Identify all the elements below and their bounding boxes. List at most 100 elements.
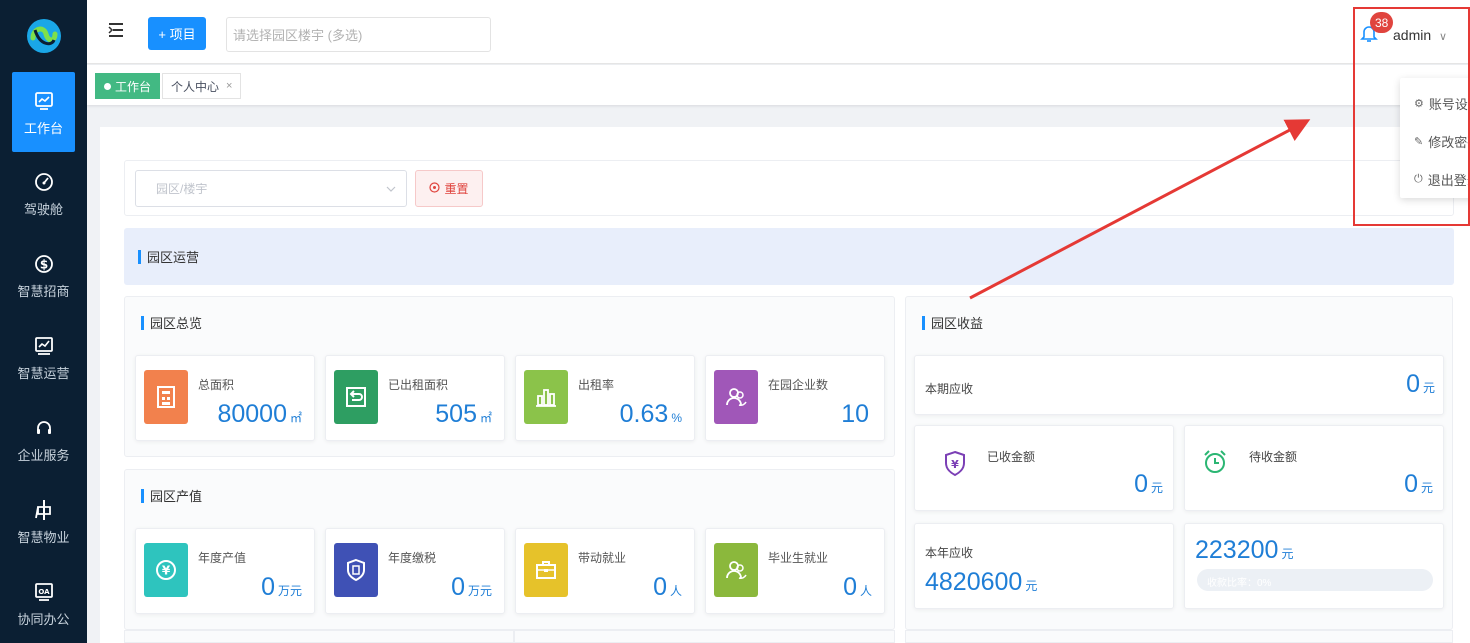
speedometer-icon — [34, 169, 54, 195]
sidebar-item-label: 驾驶舱 — [23, 201, 63, 217]
dollar-coin-icon: $ — [34, 251, 54, 277]
stat-card-annual-tax[interactable]: 年度缴税 0 万元 — [325, 528, 505, 614]
stat-card-graduate-employment[interactable]: 毕业生就业 0人 — [705, 528, 885, 614]
section-title-text: 园区产值 — [150, 489, 203, 504]
menu-item-label: 账号设置 — [1428, 97, 1470, 112]
user-menu-trigger[interactable]: admin ∨ — [1393, 27, 1447, 43]
building-icon — [144, 370, 188, 424]
sidebar-item-oa[interactable]: OA 协同办公 — [0, 562, 87, 643]
sidebar-item-label: 智慧物业 — [17, 529, 70, 545]
collected-amount-card[interactable]: ¥ 已收金额 0元 — [914, 425, 1174, 511]
svg-text:$: $ — [39, 257, 47, 271]
park-filter-select[interactable]: 园区/楼宇 — [135, 170, 407, 207]
stat-card-enterprises[interactable]: 在园企业数 10 — [705, 355, 885, 441]
oa-icon: OA — [34, 579, 54, 605]
main-content: 园区/楼宇 重置 园区运营 园区总览 总面积 80000 ㎡ 已出租面积 505… — [100, 127, 1470, 643]
stat-value: 80000 ㎡ — [217, 400, 302, 428]
sidebar-item-enterprise[interactable]: 企业服务 — [0, 398, 87, 480]
line-chart-icon — [34, 333, 54, 359]
section-title-text: 园区总览 — [150, 316, 203, 331]
username: admin — [1393, 27, 1432, 43]
filter-placeholder: 园区/楼宇 — [156, 182, 208, 196]
section-title: 园区产值 — [141, 486, 202, 505]
reset-button[interactable]: 重置 — [415, 170, 483, 207]
stat-label: 年度产值 — [198, 551, 247, 565]
top-header: + 项目 请选择园区楼宇 (多选) — [87, 0, 1470, 64]
sidebar-item-property[interactable]: 智慧物业 — [0, 480, 87, 562]
stat-value: 0 万元 — [451, 573, 492, 601]
stat-label: 年度缴税 — [388, 551, 437, 565]
graduate-users-icon — [714, 543, 758, 597]
menu-toggle-icon[interactable] — [107, 22, 125, 41]
tag-label: 个人中心 — [171, 79, 220, 94]
next-panel-row — [124, 630, 514, 643]
stat-label: 本年应收 — [925, 546, 974, 560]
section-title-text: 园区运营 — [147, 250, 200, 265]
sidebar-item-workbench[interactable]: 工作台 — [12, 72, 75, 152]
stat-label: 带动就业 — [578, 551, 627, 565]
title-accent-bar — [141, 315, 144, 330]
menu-item-account-settings[interactable]: ⚙ 账号设置 — [1414, 94, 1470, 113]
svg-text:¥: ¥ — [162, 564, 171, 578]
reset-icon — [429, 181, 441, 196]
sidebar-item-cockpit[interactable]: 驾驶舱 — [0, 152, 87, 234]
section-title: 园区收益 — [922, 313, 983, 332]
current-receivable-card[interactable]: 本期应收 0元 — [914, 355, 1444, 415]
pen-icon: ✎ — [1414, 136, 1424, 148]
pending-amount-card[interactable]: 待收金额 0元 — [1184, 425, 1444, 511]
stat-value: 0元 — [1134, 470, 1163, 498]
gear-icon: ⚙ — [1414, 98, 1424, 110]
stat-card-rental-rate[interactable]: 出租率 0.63% — [515, 355, 695, 441]
close-icon[interactable]: × — [226, 80, 232, 92]
title-accent-bar — [922, 315, 925, 330]
svg-text:¥: ¥ — [951, 458, 959, 471]
stat-card-total-area[interactable]: 总面积 80000 ㎡ — [135, 355, 315, 441]
stat-card-employment[interactable]: 带动就业 0人 — [515, 528, 695, 614]
brand-logo-icon[interactable] — [0, 0, 87, 72]
annual-collected-card[interactable]: 223200 元 收款比率：0% — [1184, 523, 1444, 609]
stat-label: 出租率 — [578, 378, 615, 392]
svg-text:OA: OA — [38, 588, 50, 596]
stat-value: 0元 — [1404, 470, 1433, 498]
park-output-panel: 园区产值 ¥ 年度产值 0 万元 年度缴税 0 万元 带动就业 0人 毕业生就业… — [124, 469, 895, 630]
tag-workbench[interactable]: 工作台 — [95, 73, 161, 99]
stat-label: 在园企业数 — [768, 378, 829, 392]
sidebar-item-label: 工作台 — [23, 120, 63, 136]
park-overview-panel: 园区总览 总面积 80000 ㎡ 已出租面积 505 ㎡ 出租率 0.63% 在… — [124, 296, 895, 457]
reset-label: 重置 — [444, 182, 469, 196]
stat-value: 0.63% — [619, 400, 682, 428]
menu-item-logout[interactable]: ⏻ 退出登录 — [1414, 170, 1470, 189]
tag-personal-center[interactable]: 个人中心 × — [162, 73, 242, 99]
sidebar-item-investment[interactable]: $ 智慧招商 — [0, 234, 87, 316]
briefcase-icon — [524, 543, 568, 597]
filter-row: 园区/楼宇 重置 — [124, 160, 1454, 216]
title-accent-bar — [138, 249, 141, 264]
monitor-chart-icon — [34, 88, 54, 114]
next-panel-row — [905, 630, 1453, 643]
sidebar-item-label: 协同办公 — [17, 611, 70, 627]
stat-card-rented-area[interactable]: 已出租面积 505 ㎡ — [325, 355, 505, 441]
stat-label: 本期应收 — [925, 382, 974, 396]
park-operations-header: 园区运营 — [124, 228, 1454, 285]
sidebar: 工作台 驾驶舱 $ 智慧招商 智慧运营 企业服务 智慧物业 OA 协同办公 — [0, 0, 87, 643]
sidebar-item-label: 智慧招商 — [17, 283, 70, 299]
park-revenue-panel: 园区收益 本期应收 0元 ¥ 已收金额 0元 待收金额 0元 本年应收 4820… — [905, 296, 1453, 630]
stat-value: 0人 — [843, 573, 872, 601]
park-building-select[interactable]: 请选择园区楼宇 (多选) — [226, 17, 491, 52]
add-project-button[interactable]: + 项目 — [148, 17, 206, 50]
stat-value: 0元 — [1406, 370, 1435, 398]
sidebar-item-label: 企业服务 — [17, 447, 70, 463]
menu-item-change-password[interactable]: ✎ 修改密码 — [1414, 132, 1470, 151]
alarm-clock-icon — [1201, 448, 1229, 479]
menu-item-label: 修改密码 — [1428, 135, 1470, 150]
yen-coin-icon: ¥ — [144, 543, 188, 597]
tags-view-bar: 工作台 个人中心 × — [87, 65, 1470, 105]
stat-value: 223200 元 — [1195, 536, 1294, 564]
chevron-down-icon: ∨ — [1439, 31, 1448, 43]
stat-value: 0人 — [653, 573, 682, 601]
annual-receivable-card[interactable]: 本年应收 4820600 元 — [914, 523, 1174, 609]
tax-shield-icon — [334, 543, 378, 597]
stat-card-annual-output[interactable]: ¥ 年度产值 0 万元 — [135, 528, 315, 614]
sidebar-item-operations[interactable]: 智慧运营 — [0, 316, 87, 398]
progress-text: 收款比率：0% — [1207, 578, 1272, 589]
